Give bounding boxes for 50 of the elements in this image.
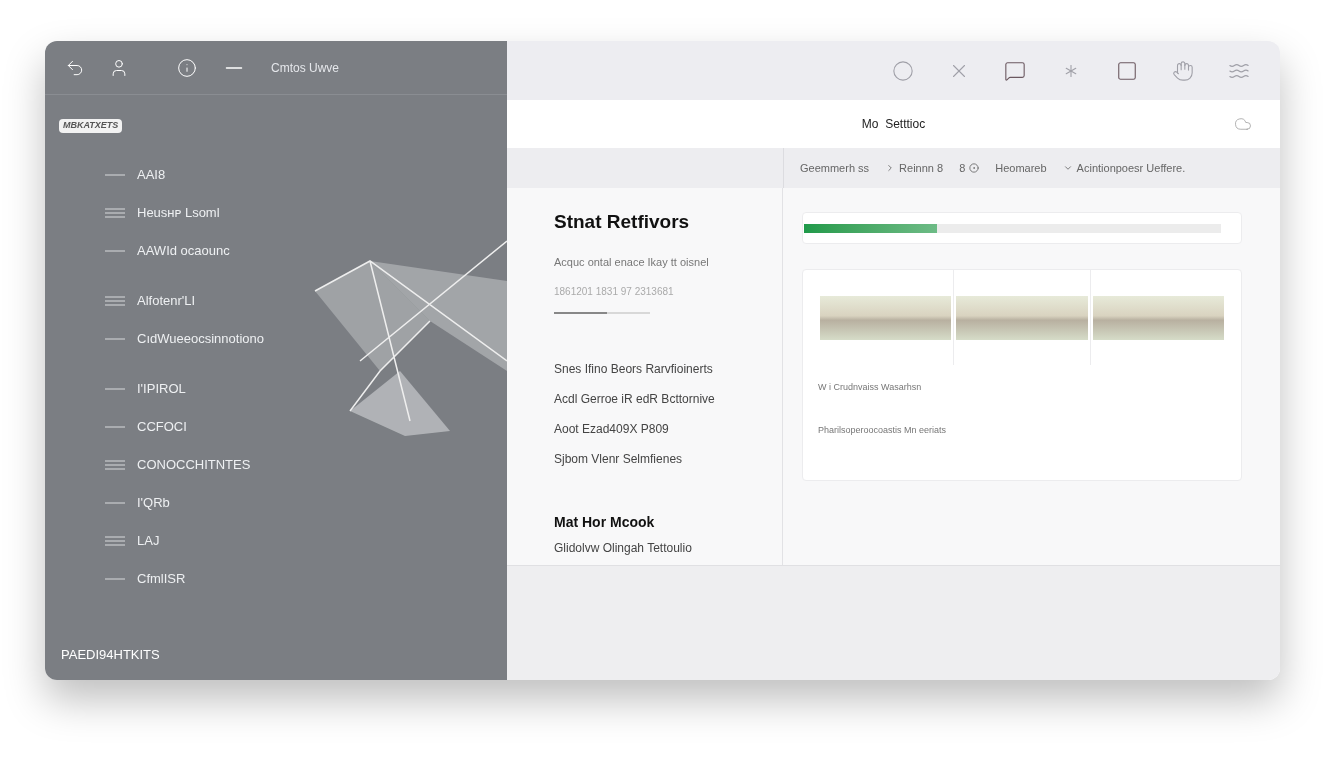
sidebar-item[interactable]: CCFOCI	[105, 415, 187, 439]
summary-link[interactable]: Snes Ifino Beors Rarvfioinerts	[554, 360, 782, 378]
filter-item[interactable]: 8	[959, 159, 980, 177]
dash-icon	[105, 426, 125, 428]
gallery-caption: W i Crudnvaiss Wasarhsn	[818, 381, 923, 394]
sidebar-item[interactable]: Heusʜᴘ Lsoml	[105, 201, 220, 225]
cloud-icon[interactable]	[1234, 115, 1252, 133]
lines-icon	[105, 460, 125, 470]
summary-link[interactable]: Aoot Ezad409X P809	[554, 420, 782, 438]
dash-icon	[105, 502, 125, 504]
dash-icon	[105, 578, 125, 580]
section-text: Glidolvw Olingah Tettoulio	[554, 540, 693, 557]
filter-item[interactable]: Heomareb	[995, 159, 1047, 177]
sidebar-item[interactable]: CONOCCHITNTES	[105, 453, 251, 477]
header-title: Mo Setttioc	[861, 116, 926, 133]
summary-link[interactable]: Acdl Gerroe iR edR Bcttornive	[554, 390, 782, 408]
sidebar-item[interactable]: AAI8	[105, 163, 166, 187]
filter-item[interactable]: Geemmerh ss	[800, 159, 870, 177]
hand-icon[interactable]	[1172, 59, 1194, 82]
sidebar-item[interactable]: AAWId ocaounc	[105, 239, 230, 263]
gallery-note: Pharilsoperoocoastis Mn eeriats	[818, 423, 948, 437]
summary-title: Stnat Retfivors	[554, 210, 691, 234]
sidebar-badge: MBKATXETS	[59, 119, 123, 133]
chevron-icon	[1062, 163, 1073, 173]
dash-icon	[105, 388, 125, 390]
lines-icon	[105, 208, 125, 218]
info-icon[interactable]	[177, 57, 197, 78]
summary-link[interactable]: Sjbom Vlenr Selmfienes	[554, 450, 782, 468]
lines-icon	[105, 296, 125, 306]
dot-icon	[969, 163, 980, 173]
dash-icon	[105, 174, 125, 176]
summary-subtitle: Acquc ontal enace Ikay tt oisnel	[554, 254, 710, 270]
sidebar-item[interactable]: Alfotenr'LI	[105, 289, 196, 313]
filter-item[interactable]: Reinnn 8	[885, 159, 944, 177]
sidebar-footer: PAEDI94HTKITS	[61, 647, 160, 662]
sidebar-item[interactable]: LAJ	[105, 529, 160, 553]
toolbar-label: Cmtos Uwve	[271, 59, 339, 77]
sidebar-item[interactable]: CfmlISR	[105, 567, 186, 591]
dash-icon	[105, 338, 125, 340]
speech-bubble-icon[interactable]	[1004, 59, 1026, 82]
dash-icon	[105, 250, 125, 252]
lines-icon	[105, 536, 125, 546]
sidebar-item[interactable]: I'IPIROL	[105, 377, 186, 401]
section-title: Mat Hor Mcook	[554, 513, 656, 532]
sidebar-item[interactable]: CıdWueeocsinnotiono	[105, 327, 264, 351]
square-icon[interactable]	[1116, 59, 1138, 82]
summary-numbers: 1861201 1831 97 2313681	[554, 285, 675, 299]
filter-item[interactable]: Acintionpoesr Ueffere.	[1062, 159, 1186, 177]
sidebar-item[interactable]: I'QRb	[105, 491, 170, 515]
circle-icon[interactable]	[892, 59, 914, 82]
